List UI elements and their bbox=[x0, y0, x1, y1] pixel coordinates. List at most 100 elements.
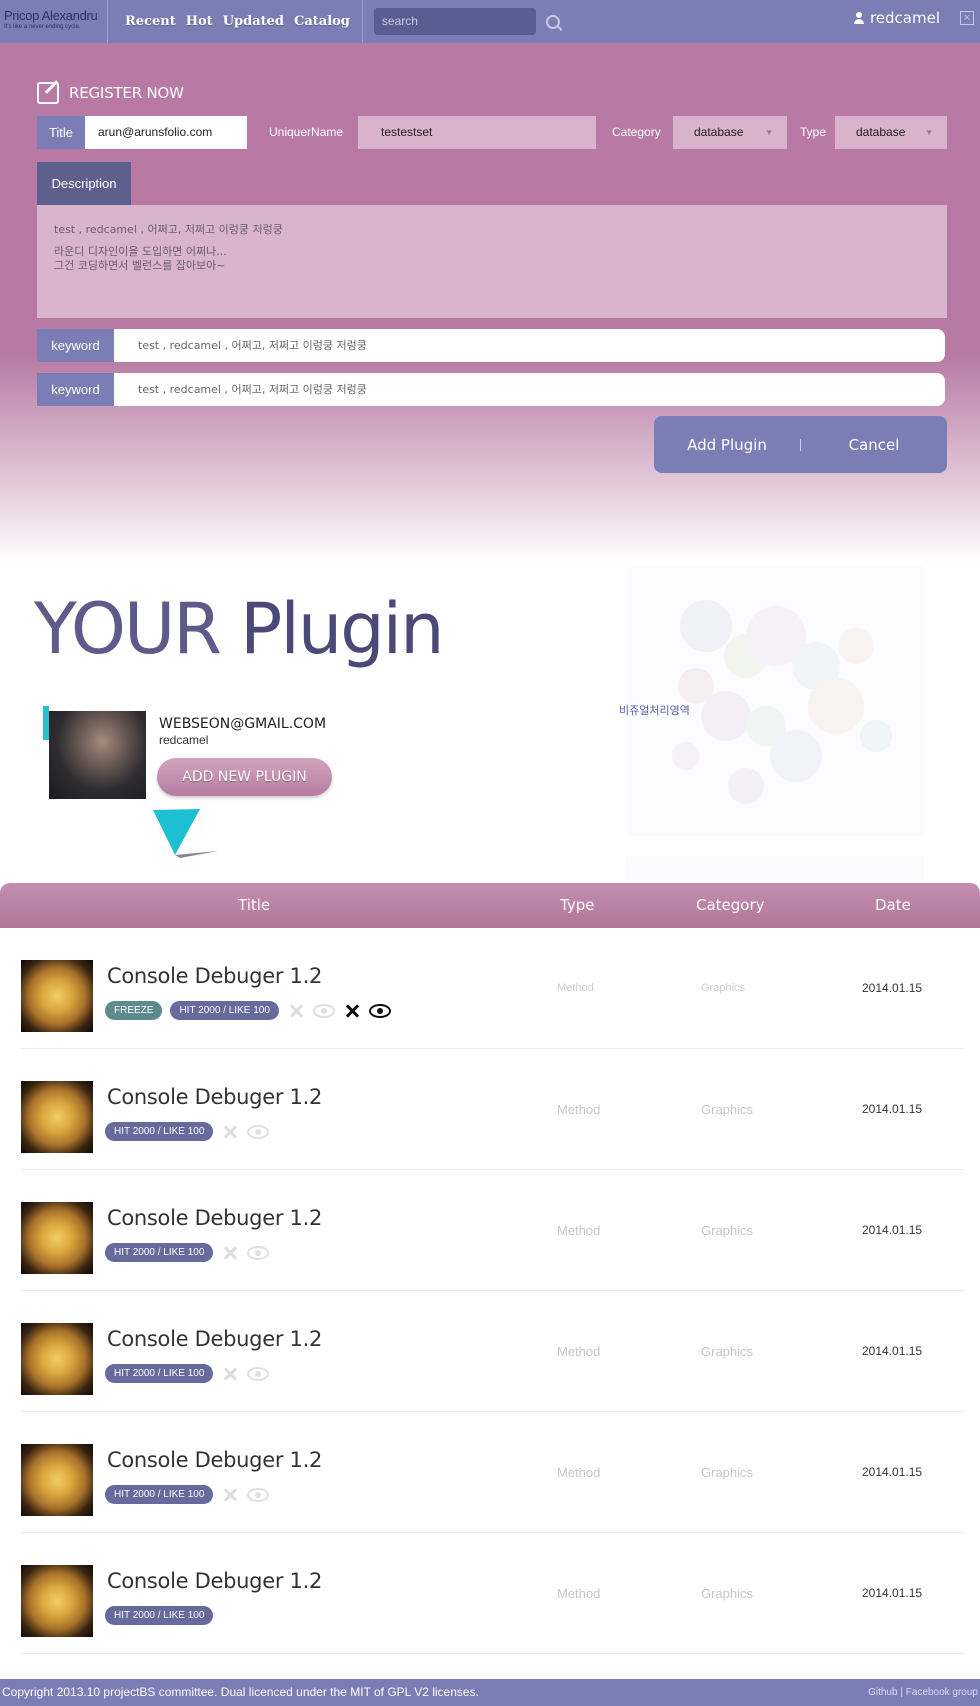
main-nav: Recent Hot Updated Catalog bbox=[108, 0, 363, 43]
plugin-type: Method bbox=[557, 1102, 601, 1117]
chevron-down-icon: ▼ bbox=[925, 128, 933, 137]
plugin-thumbnail bbox=[21, 1081, 93, 1153]
description-line: test , redcamel , 어쩌고, 저쩌고 이렁쿵 저렁쿵 bbox=[54, 223, 283, 236]
visual-area-label: 비쥬얼처리영역 bbox=[619, 704, 690, 717]
plugin-thumbnail bbox=[21, 1565, 93, 1637]
brand-tagline: It's like a never ending cycle. bbox=[4, 24, 81, 30]
register-section: REGISTER NOW Title arun@arunsfolio.com U… bbox=[0, 43, 980, 563]
keyword-input[interactable]: test , redcamel , 어쩌고, 저쩌고 이렁쿵 저렁쿵 bbox=[114, 329, 945, 362]
plugin-title[interactable]: Console Debuger 1.2 bbox=[107, 1327, 322, 1351]
username: redcamel bbox=[869, 9, 940, 27]
section-title-word-1: YOUR bbox=[34, 588, 222, 670]
column-type[interactable]: Type bbox=[560, 883, 594, 928]
visual-area bbox=[626, 566, 924, 836]
plugin-thumbnail bbox=[21, 1444, 93, 1516]
nav-hot[interactable]: Hot bbox=[186, 14, 213, 29]
plugin-category: Graphics bbox=[701, 1586, 754, 1601]
eye-icon[interactable] bbox=[368, 1003, 391, 1018]
unique-name-field[interactable]: testestset bbox=[358, 116, 596, 149]
register-fields-row: Title arun@arunsfolio.com UniquerName te… bbox=[37, 116, 947, 149]
plugin-tags: HIT 2000 / LIKE 100 bbox=[105, 1485, 270, 1504]
footer-link-facebook[interactable]: Facebook group bbox=[906, 1687, 978, 1698]
eye-icon[interactable] bbox=[247, 1487, 270, 1502]
cancel-button[interactable]: Cancel bbox=[801, 436, 947, 454]
type-label: Type bbox=[800, 125, 827, 139]
table-row[interactable]: Console Debuger 1.2 HIT 2000 / LIKE 100 … bbox=[21, 1533, 964, 1654]
category-select-value: database bbox=[694, 125, 744, 139]
eye-icon[interactable] bbox=[247, 1124, 270, 1139]
footer-copyright: Copyright 2013.10 projectBS committee. D… bbox=[2, 1685, 479, 1699]
title-label: Title bbox=[37, 116, 85, 149]
description-line: 그건 코딩하면서 벨런스를 잡아보아~ bbox=[54, 259, 226, 272]
tools-icon[interactable] bbox=[343, 1002, 361, 1020]
footer-links: Github | Facebook group bbox=[868, 1679, 978, 1706]
plugin-title[interactable]: Console Debuger 1.2 bbox=[107, 1569, 322, 1593]
table-header: Title Type Category Date bbox=[0, 883, 980, 928]
nav-catalog[interactable]: Catalog bbox=[294, 14, 350, 29]
add-plugin-button[interactable]: Add Plugin bbox=[654, 436, 800, 454]
profile-username: redcamel bbox=[159, 733, 209, 747]
title-field[interactable]: arun@arunsfolio.com bbox=[85, 116, 247, 149]
top-bar: Pricop Alexandru It's like a never endin… bbox=[0, 0, 980, 43]
plugin-title[interactable]: Console Debuger 1.2 bbox=[107, 1448, 322, 1472]
plugin-type: Method bbox=[557, 1465, 601, 1480]
column-category[interactable]: Category bbox=[696, 883, 765, 928]
close-icon[interactable]: × bbox=[960, 11, 974, 25]
keyword-row: keyword test , redcamel , 어쩌고, 저쩌고 이렁쿵 저… bbox=[37, 373, 945, 406]
tools-icon[interactable] bbox=[221, 1244, 239, 1262]
visual-area-strip bbox=[626, 856, 924, 880]
plugin-title[interactable]: Console Debuger 1.2 bbox=[107, 1206, 322, 1230]
eye-icon[interactable] bbox=[247, 1366, 270, 1381]
search-icon[interactable] bbox=[545, 14, 560, 29]
edit-icon bbox=[37, 82, 59, 104]
plugin-category: Graphics bbox=[701, 1102, 754, 1117]
eye-icon[interactable] bbox=[247, 1245, 270, 1260]
keyword-input[interactable]: test , redcamel , 어쩌고, 저쩌고 이렁쿵 저렁쿵 bbox=[114, 373, 945, 406]
plugin-category: Graphics bbox=[701, 1465, 754, 1480]
chevron-down-icon: ▼ bbox=[765, 128, 773, 137]
table-row[interactable]: Console Debuger 1.2 HIT 2000 / LIKE 100 … bbox=[21, 1170, 964, 1291]
category-select[interactable]: database ▼ bbox=[673, 116, 787, 149]
plugin-thumbnail bbox=[21, 1202, 93, 1274]
nav-recent[interactable]: Recent bbox=[125, 14, 176, 29]
brand[interactable]: Pricop Alexandru It's like a never endin… bbox=[0, 0, 108, 43]
plugin-tags: HIT 2000 / LIKE 100 bbox=[105, 1364, 270, 1383]
freeze-badge: FREEZE bbox=[105, 1001, 163, 1020]
plugin-title[interactable]: Console Debuger 1.2 bbox=[107, 964, 322, 988]
plugin-tags: HIT 2000 / LIKE 100 bbox=[105, 1606, 214, 1625]
profile-email: WEBSEON@GMAIL.COM bbox=[159, 716, 327, 732]
plugin-category: Graphics bbox=[701, 982, 746, 994]
table-row[interactable]: Console Debuger 1.2 FREEZE HIT 2000 / LI… bbox=[21, 928, 964, 1049]
footer: Copyright 2013.10 projectBS committee. D… bbox=[0, 1679, 980, 1706]
add-new-plugin-button[interactable]: ADD NEW PLUGIN bbox=[157, 758, 332, 796]
description-tab[interactable]: Description bbox=[37, 162, 131, 205]
hit-like-badge: HIT 2000 / LIKE 100 bbox=[105, 1485, 214, 1504]
table-row[interactable]: Console Debuger 1.2 HIT 2000 / LIKE 100 … bbox=[21, 1049, 964, 1170]
column-date[interactable]: Date bbox=[875, 883, 911, 928]
footer-link-github[interactable]: Github bbox=[868, 1687, 897, 1698]
user-menu[interactable]: redcamel bbox=[853, 9, 940, 27]
type-select[interactable]: database ▼ bbox=[835, 116, 947, 149]
description-textarea[interactable]: test , redcamel , 어쩌고, 저쩌고 이렁쿵 저렁쿵 라운디 디… bbox=[37, 205, 947, 318]
register-heading: REGISTER NOW bbox=[37, 82, 184, 104]
section-title: YOUR Plugin bbox=[34, 588, 444, 670]
nav-updated[interactable]: Updated bbox=[223, 14, 284, 29]
footer-separator: | bbox=[900, 1687, 903, 1698]
table-row[interactable]: Console Debuger 1.2 HIT 2000 / LIKE 100 … bbox=[21, 1412, 964, 1533]
plugin-title[interactable]: Console Debuger 1.2 bbox=[107, 1085, 322, 1109]
arrow-decoration bbox=[153, 809, 218, 858]
search-input[interactable]: search bbox=[373, 8, 536, 35]
table-row[interactable]: Console Debuger 1.2 HIT 2000 / LIKE 100 … bbox=[21, 1291, 964, 1412]
plugin-type: Method bbox=[557, 1344, 601, 1359]
hit-like-badge: HIT 2000 / LIKE 100 bbox=[105, 1122, 214, 1141]
tools-icon[interactable] bbox=[221, 1486, 239, 1504]
tools-icon[interactable] bbox=[221, 1365, 239, 1383]
tools-icon[interactable] bbox=[221, 1123, 239, 1141]
keyword-row: keyword test , redcamel , 어쩌고, 저쩌고 이렁쿵 저… bbox=[37, 329, 945, 362]
column-title[interactable]: Title bbox=[238, 883, 270, 928]
plugin-tags: FREEZE HIT 2000 / LIKE 100 bbox=[105, 1001, 391, 1020]
tools-icon[interactable] bbox=[287, 1002, 305, 1020]
plugin-date: 2014.01.15 bbox=[862, 1586, 923, 1600]
hit-like-badge: HIT 2000 / LIKE 100 bbox=[105, 1364, 214, 1383]
eye-icon[interactable] bbox=[312, 1003, 335, 1018]
